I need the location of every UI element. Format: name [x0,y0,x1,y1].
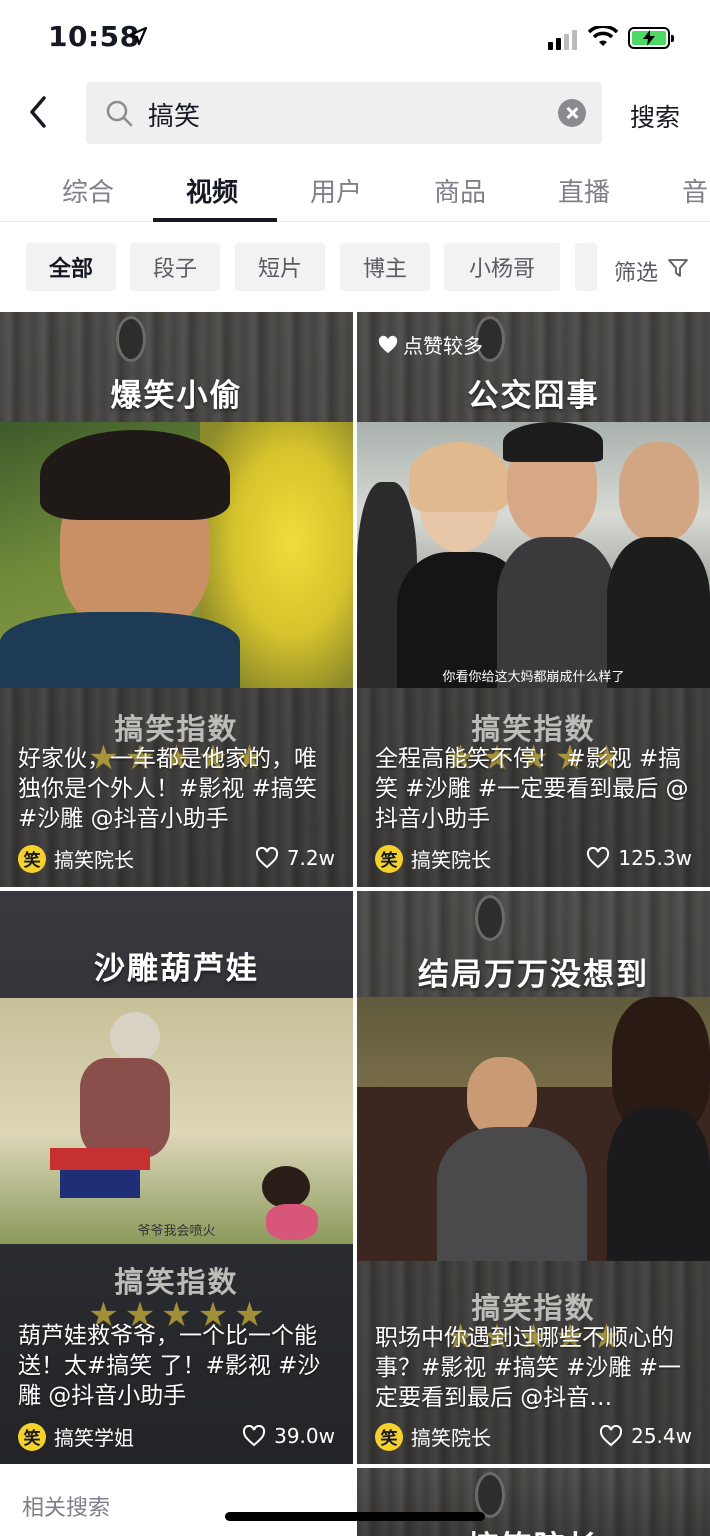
location-arrow-icon [128,26,148,50]
result-tabs: 综合 视频 用户 商品 直播 音 [0,160,710,222]
chip-all[interactable]: 全部 [26,243,116,291]
back-button[interactable] [24,92,64,136]
author[interactable]: 笑 搞笑院长 [375,1422,491,1451]
like-count-value: 7.2w [286,846,335,870]
chip-xiaoyangge[interactable]: 小杨哥 [444,243,560,291]
status-time: 10:58 [48,20,140,53]
search-query-text: 搞笑 [148,102,201,132]
cellular-signal-icon [548,30,577,50]
wood-knot [475,895,505,941]
tab-live[interactable]: 直播 [558,172,610,209]
heart-icon [255,847,278,869]
like-count: 25.4w [599,1424,692,1448]
chip-overflow[interactable] [575,243,597,291]
video-subtitle: 你看你给这大妈都崩成什么样了 [442,670,625,685]
like-count-value: 25.4w [631,1424,692,1448]
search-input[interactable]: 搞笑 [86,82,602,144]
author-name: 搞笑院长 [411,848,491,872]
home-indicator[interactable] [225,1512,485,1521]
author-name: 搞笑院长 [411,1426,491,1450]
search-icon [104,98,134,132]
tab-music[interactable]: 音 [682,172,708,209]
avatar: 笑 [375,1422,403,1451]
heart-icon [587,847,610,869]
filter-button[interactable]: 筛选 [614,255,658,287]
video-description: 职场中你遇到过哪些不顺心的事？#影视 #搞笑 #沙雕 #一定要看到最后 @抖音… [375,1325,682,1411]
author[interactable]: 笑 搞笑院长 [18,844,134,873]
avatar: 笑 [18,1422,46,1451]
video-thumbnail: 你看你给这大妈都崩成什么样了 [357,422,710,688]
tab-video[interactable]: 视频 [186,172,238,209]
card-heading: 公交囧事 [467,378,600,414]
video-thumbnail [0,422,353,688]
heart-filled-icon [378,335,398,353]
video-description: 全程高能笑不停！ #影视 #搞笑 #沙雕 #一定要看到最后 @抖音小助手 [375,746,689,832]
search-button[interactable]: 搜索 [630,98,680,134]
battery-charging-icon [628,27,674,49]
like-count-value: 39.0w [274,1424,335,1448]
heart-icon [600,1425,623,1447]
like-count: 39.0w [242,1424,335,1448]
video-thumbnail [357,997,710,1261]
like-count: 7.2w [255,846,335,870]
video-card[interactable]: 沙雕葫芦娃 爷爷我会喷火 搞笑指数 ★ ★ ★ ★ ★ 葫芦娃救爷爷，一个比一个能送！太… [0,891,353,1464]
heart-icon [243,1425,266,1447]
card-heading: 爆笑小偷 [110,378,243,414]
avatar: 笑 [375,844,403,873]
active-tab-indicator [153,218,277,222]
video-subtitle: 爷爷我会喷火 [137,1224,216,1239]
tab-users[interactable]: 用户 [310,172,362,209]
chevron-left-icon [30,96,46,128]
popular-badge: 点赞较多 [377,330,483,359]
video-thumbnail: 爷爷我会喷火 [0,998,353,1244]
wood-knot [116,316,146,362]
chip-bloggers[interactable]: 博主 [340,243,430,291]
tab-comprehensive[interactable]: 综合 [62,172,114,209]
video-card[interactable]: 搞笑院长 [357,1468,710,1536]
video-description: 葫芦娃救爷爷，一个比一个能送！太#搞笑 了！#影视 #沙雕 @抖音小助手 [18,1323,321,1409]
filter-funnel-icon [668,258,688,282]
video-card[interactable]: 结局万万没想到 搞笑指数 ★ ★ ★ ★ ★ 职场中你遇到过哪些不顺心的事？#影视 #搞… [357,891,710,1464]
author-name: 搞笑院长 [54,848,134,872]
chip-shorts[interactable]: 短片 [235,243,325,291]
related-search-section: 相关搜索 [0,1466,354,1536]
status-bar: 10:58 [0,0,710,78]
avatar: 笑 [18,844,46,873]
card-heading: 结局万万没想到 [418,957,649,993]
popular-badge-label: 点赞较多 [403,334,483,358]
wifi-icon [587,24,619,52]
like-count: 125.3w [586,846,692,870]
video-card[interactable]: 爆笑小偷 搞笑指数 ★ ★ ★ ★ ★ 好家伙，一车都是他家的，唯独你是个外人！#影视 … [0,312,353,887]
clear-search-icon[interactable] [558,99,586,127]
author-name: 搞笑学姐 [54,1426,134,1450]
related-search-title: 相关搜索 [22,1496,111,1521]
author[interactable]: 笑 搞笑院长 [375,844,491,873]
chip-jokes[interactable]: 段子 [130,243,220,291]
video-card[interactable]: 点赞较多 公交囧事 你看你给这大妈都崩成什么样了 搞笑指数 ★ ★ ★ ★ ★ 全程高能… [357,312,710,887]
like-count-value: 125.3w [618,846,692,870]
card-heading: 搞笑院长 [357,1522,710,1536]
card-heading: 沙雕葫芦娃 [94,951,259,987]
video-description: 好家伙，一车都是他家的，唯独你是个外人！#影视 #搞笑 #沙雕 @抖音小助手 [18,746,317,832]
tab-products[interactable]: 商品 [434,172,486,209]
author[interactable]: 笑 搞笑学姐 [18,1422,134,1451]
